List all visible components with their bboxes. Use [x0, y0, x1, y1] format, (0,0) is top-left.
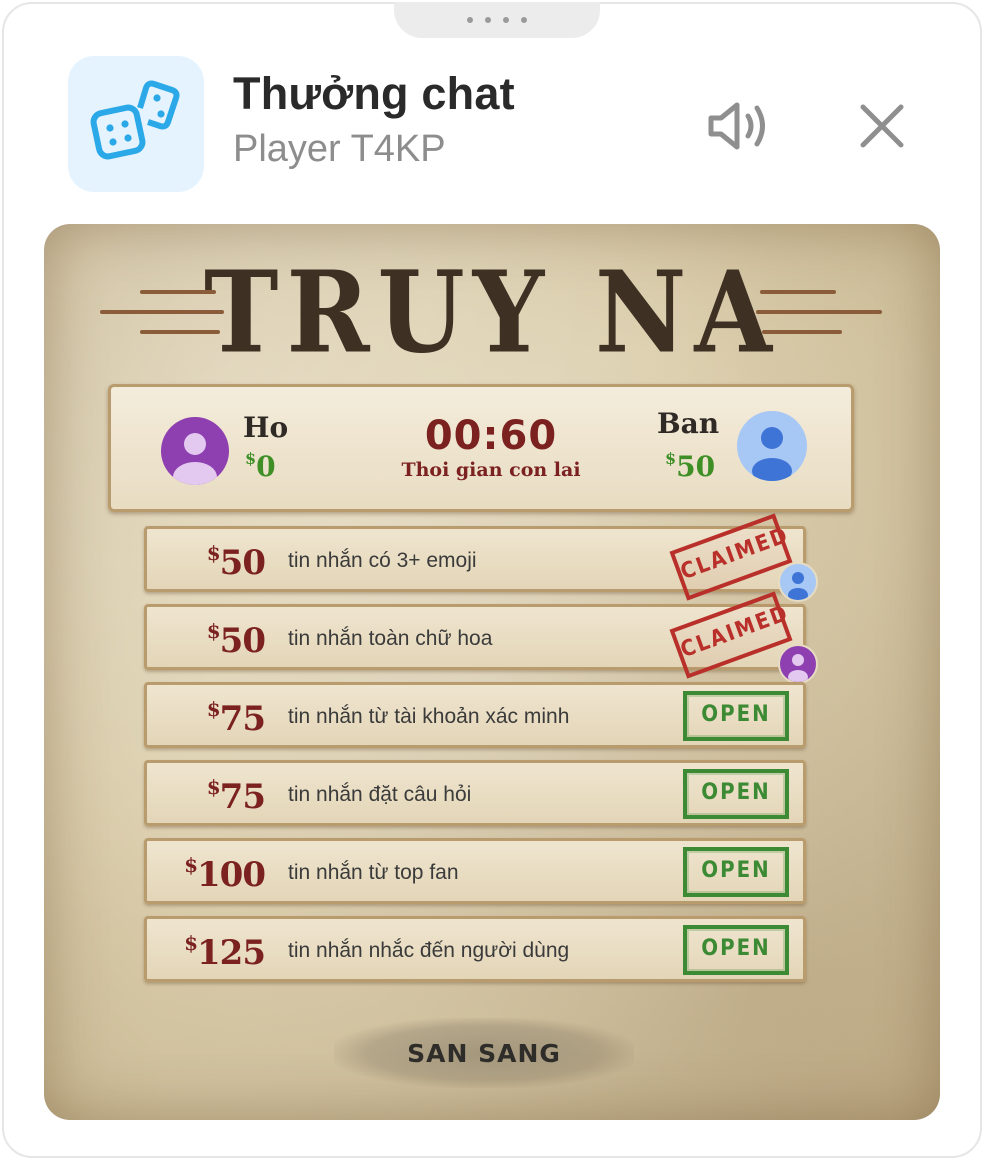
- bounty-amount: $75: [206, 697, 266, 739]
- sound-button[interactable]: [700, 92, 780, 160]
- wanted-poster: TRUY NA Ho $0 00:60 Thoi gian con lai Ba…: [44, 224, 940, 1120]
- bounty-text: tin nhắn toàn chữ hoa: [288, 627, 493, 650]
- bounty-amount: $125: [184, 931, 266, 973]
- handle-dot: [485, 17, 491, 23]
- app-title: Thưởng chat: [233, 68, 515, 119]
- close-button[interactable]: [852, 96, 912, 156]
- player-name: Ban: [657, 407, 720, 440]
- claimed-stamp: CLAIMED: [669, 513, 793, 601]
- player-id: Player T4KP: [233, 128, 446, 170]
- bounty-row[interactable]: $50 tin nhắn có 3+ emoji CLAIMED: [144, 513, 806, 601]
- bounty-row[interactable]: $75 tin nhắn đặt câu hỏi OPEN: [144, 760, 806, 826]
- bounty-amount: $50: [206, 619, 266, 661]
- player-score: $50: [665, 449, 716, 483]
- bounty-row[interactable]: $100 tin nhắn từ top fan OPEN: [144, 838, 806, 904]
- bounty-amount: $100: [184, 853, 266, 895]
- dice-icon: [68, 56, 204, 192]
- player-avatar: [737, 411, 807, 481]
- handle-dot: [521, 17, 527, 23]
- bounty-amount: $50: [206, 541, 266, 583]
- bounty-text: tin nhắn đặt câu hỏi: [288, 783, 472, 806]
- bounty-row[interactable]: $50 tin nhắn toàn chữ hoa CLAIMED: [144, 591, 806, 679]
- opponent-avatar: [161, 417, 229, 485]
- timer-label: Thoi gian con lai: [401, 459, 581, 481]
- bounty-row[interactable]: $125 tin nhắn nhắc đến người dùng OPEN: [144, 916, 806, 982]
- open-stamp: OPEN: [683, 925, 789, 975]
- bounty-row[interactable]: $75 tin nhắn từ tài khoản xác minh OPEN: [144, 682, 806, 748]
- opponent-name: Ho: [243, 411, 289, 444]
- poster-title: TRUY NA: [204, 246, 780, 379]
- bounty-amount: $75: [206, 775, 266, 817]
- bounty-text: tin nhắn nhắc đến người dùng: [288, 939, 570, 962]
- countdown-timer: 00:60: [424, 413, 558, 459]
- scoreboard: Ho $0 00:60 Thoi gian con lai Ban $50: [108, 384, 854, 512]
- open-stamp: OPEN: [683, 847, 789, 897]
- opponent-score: $0: [245, 449, 276, 483]
- handle-dot: [467, 17, 473, 23]
- bounty-text: tin nhắn có 3+ emoji: [288, 549, 477, 572]
- ready-button[interactable]: SAN SANG: [334, 1018, 634, 1088]
- claimed-stamp: CLAIMED: [669, 591, 793, 679]
- claimer-avatar: [778, 562, 818, 602]
- open-stamp: OPEN: [683, 691, 789, 741]
- open-stamp: OPEN: [683, 769, 789, 819]
- bounty-text: tin nhắn từ tài khoản xác minh: [288, 705, 570, 728]
- claimer-avatar: [778, 644, 818, 684]
- close-icon: [860, 104, 904, 148]
- speaker-icon: [708, 102, 765, 150]
- drag-handle[interactable]: [394, 2, 600, 38]
- bounty-text: tin nhắn từ top fan: [288, 861, 459, 884]
- handle-dot: [503, 17, 509, 23]
